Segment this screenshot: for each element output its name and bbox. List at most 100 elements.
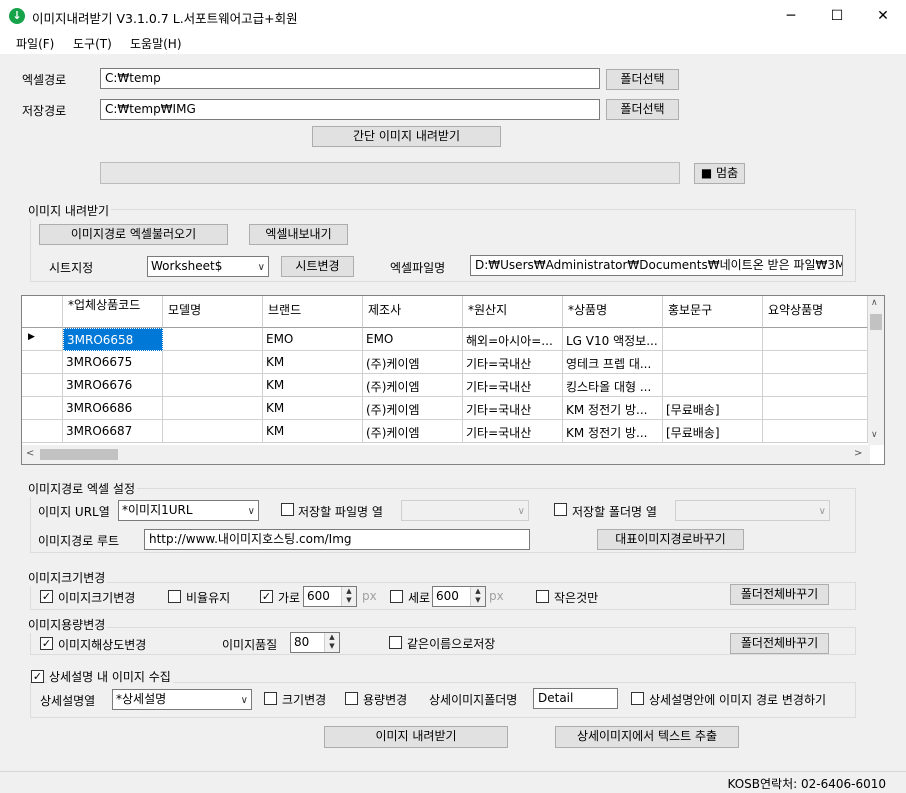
download-images-button[interactable]: 이미지 내려받기 xyxy=(324,726,508,748)
save-folder-col-checkbox[interactable] xyxy=(554,503,567,516)
chevron-up-icon[interactable]: ∧ xyxy=(871,298,878,308)
menu-help[interactable]: 도움말(H) xyxy=(130,35,182,52)
save-folder-select-button[interactable]: 폴더선택 xyxy=(606,99,679,120)
column-header[interactable]: *원산지 xyxy=(463,296,563,328)
image-root-input[interactable]: http://www.내이미지호스팅.com/Img xyxy=(144,529,530,550)
column-header[interactable]: *업체상품코드 xyxy=(63,296,163,328)
same-name-checkbox[interactable] xyxy=(389,636,402,649)
table-cell[interactable]: 3MRO6687 xyxy=(63,420,163,443)
extract-text-button[interactable]: 상세이미지에서 텍스트 추출 xyxy=(555,726,739,748)
excel-folder-select-button[interactable]: 폴더선택 xyxy=(606,69,679,90)
url-col-select[interactable]: *이미지1URL ∨ xyxy=(118,500,259,521)
detail-size-checkbox[interactable] xyxy=(345,692,358,705)
close-button[interactable]: ✕ xyxy=(860,0,906,32)
detail-folder-input[interactable]: Detail xyxy=(533,688,618,709)
table-cell[interactable]: [무료배송] xyxy=(663,397,763,420)
table-cell[interactable]: EMO xyxy=(363,328,463,351)
minimize-button[interactable]: ─ xyxy=(768,0,814,32)
table-cell[interactable]: (주)케이엠 xyxy=(363,397,463,420)
load-excel-button[interactable]: 이미지경로 엑셀불러오기 xyxy=(39,224,228,245)
maximize-button[interactable]: ☐ xyxy=(814,0,860,32)
sheet-change-button[interactable]: 시트변경 xyxy=(281,256,354,277)
quality-stepper[interactable]: 80 ▲ ▼ xyxy=(290,632,340,653)
table-cell[interactable] xyxy=(163,374,263,397)
keep-ratio-checkbox[interactable] xyxy=(168,590,181,603)
row-header[interactable] xyxy=(22,351,63,374)
horizontal-scrollbar[interactable]: < > xyxy=(22,445,870,464)
change-main-image-path-button[interactable]: 대표이미지경로바꾸기 xyxy=(597,529,744,550)
resize-change-all-button[interactable]: 폴더전체바꾸기 xyxy=(730,584,829,605)
menu-file[interactable]: 파일(F) xyxy=(16,35,54,52)
table-cell[interactable]: (주)케이엠 xyxy=(363,420,463,443)
table-cell[interactable]: KM 정전기 방... xyxy=(563,397,663,420)
column-header[interactable]: 제조사 xyxy=(363,296,463,328)
sheet-select[interactable]: Worksheet$ ∨ xyxy=(147,256,269,277)
vertical-scroll-thumb[interactable] xyxy=(870,314,882,330)
table-cell[interactable]: 기타=국내산 xyxy=(463,420,563,443)
table-cell[interactable] xyxy=(163,328,263,351)
column-header[interactable]: 홍보문구 xyxy=(663,296,763,328)
resolution-checkbox[interactable]: ✓ xyxy=(40,637,53,650)
table-cell[interactable] xyxy=(663,351,763,374)
table-cell[interactable]: 3MRO6675 xyxy=(63,351,163,374)
size-change-all-button[interactable]: 폴더전체바꾸기 xyxy=(730,633,829,654)
table-cell[interactable]: LG V10 액정보... xyxy=(563,328,663,351)
height-stepper[interactable]: 600 ▲ ▼ xyxy=(432,586,486,607)
table-cell[interactable]: KM 정전기 방... xyxy=(563,420,663,443)
table-cell[interactable]: 3MRO6658 xyxy=(63,328,163,351)
stepper-arrows-icon[interactable]: ▲ ▼ xyxy=(470,587,485,606)
table-cell[interactable] xyxy=(163,351,263,374)
table-cell[interactable]: KM xyxy=(263,351,363,374)
menu-tools[interactable]: 도구(T) xyxy=(73,35,112,52)
table-cell[interactable]: 기타=국내산 xyxy=(463,374,563,397)
table-cell[interactable]: 기타=국내산 xyxy=(463,397,563,420)
table-cell[interactable] xyxy=(663,374,763,397)
stepper-arrows-icon[interactable]: ▲ ▼ xyxy=(324,633,339,652)
table-cell[interactable]: 영테크 프렙 대... xyxy=(563,351,663,374)
stepper-arrows-icon[interactable]: ▲ ▼ xyxy=(341,587,356,606)
table-cell[interactable]: KM xyxy=(263,420,363,443)
horizontal-scroll-thumb[interactable] xyxy=(40,449,118,460)
table-cell[interactable] xyxy=(763,420,868,443)
table-cell[interactable] xyxy=(163,397,263,420)
table-cell[interactable]: 킹스타올 대형 ... xyxy=(563,374,663,397)
table-cell[interactable] xyxy=(763,397,868,420)
smaller-only-checkbox[interactable] xyxy=(536,590,549,603)
table-cell[interactable] xyxy=(663,328,763,351)
column-header[interactable]: 모델명 xyxy=(163,296,263,328)
table-cell[interactable]: 기타=국내산 xyxy=(463,351,563,374)
table-cell[interactable]: 3MRO6676 xyxy=(63,374,163,397)
save-path-input[interactable]: C:₩temp₩IMG xyxy=(100,99,600,120)
table-cell[interactable]: (주)케이엠 xyxy=(363,374,463,397)
stop-button[interactable]: ■ 멈춤 xyxy=(694,163,745,184)
table-cell[interactable]: EMO xyxy=(263,328,363,351)
save-filename-col-checkbox[interactable] xyxy=(281,503,294,516)
detail-collect-checkbox[interactable]: ✓ xyxy=(31,670,44,683)
detail-resize-checkbox[interactable] xyxy=(264,692,277,705)
table-cell[interactable] xyxy=(163,420,263,443)
row-header[interactable] xyxy=(22,420,63,443)
detail-col-select[interactable]: *상세설명 ∨ xyxy=(112,689,252,710)
chevron-left-icon[interactable]: < xyxy=(26,448,34,459)
simple-download-button[interactable]: 간단 이미지 내려받기 xyxy=(312,126,501,147)
table-cell[interactable]: [무료배송] xyxy=(663,420,763,443)
vertical-scrollbar[interactable]: ∧ ∨ xyxy=(868,296,884,445)
column-header[interactable]: *상품명 xyxy=(563,296,663,328)
table-cell[interactable] xyxy=(763,328,868,351)
save-folder-col-select[interactable]: ∨ xyxy=(675,500,830,521)
table-cell[interactable]: KM xyxy=(263,374,363,397)
table-cell[interactable] xyxy=(763,351,868,374)
chevron-down-icon[interactable]: ∨ xyxy=(871,430,878,440)
export-excel-button[interactable]: 엑셀내보내기 xyxy=(249,224,348,245)
column-header[interactable]: 브랜드 xyxy=(263,296,363,328)
excel-file-input[interactable]: D:₩Users₩Administrator₩Documents₩네이트온 받은… xyxy=(470,255,843,276)
row-header[interactable] xyxy=(22,374,63,397)
excel-path-input[interactable]: C:₩temp xyxy=(100,68,600,89)
width-stepper[interactable]: 600 ▲ ▼ xyxy=(303,586,357,607)
width-checkbox[interactable]: ✓ xyxy=(260,590,273,603)
column-header[interactable]: 요약상품명 xyxy=(763,296,868,328)
table-cell[interactable]: (주)케이엠 xyxy=(363,351,463,374)
resize-checkbox[interactable]: ✓ xyxy=(40,590,53,603)
detail-change-path-checkbox[interactable] xyxy=(631,692,644,705)
chevron-right-icon[interactable]: > xyxy=(854,448,862,459)
